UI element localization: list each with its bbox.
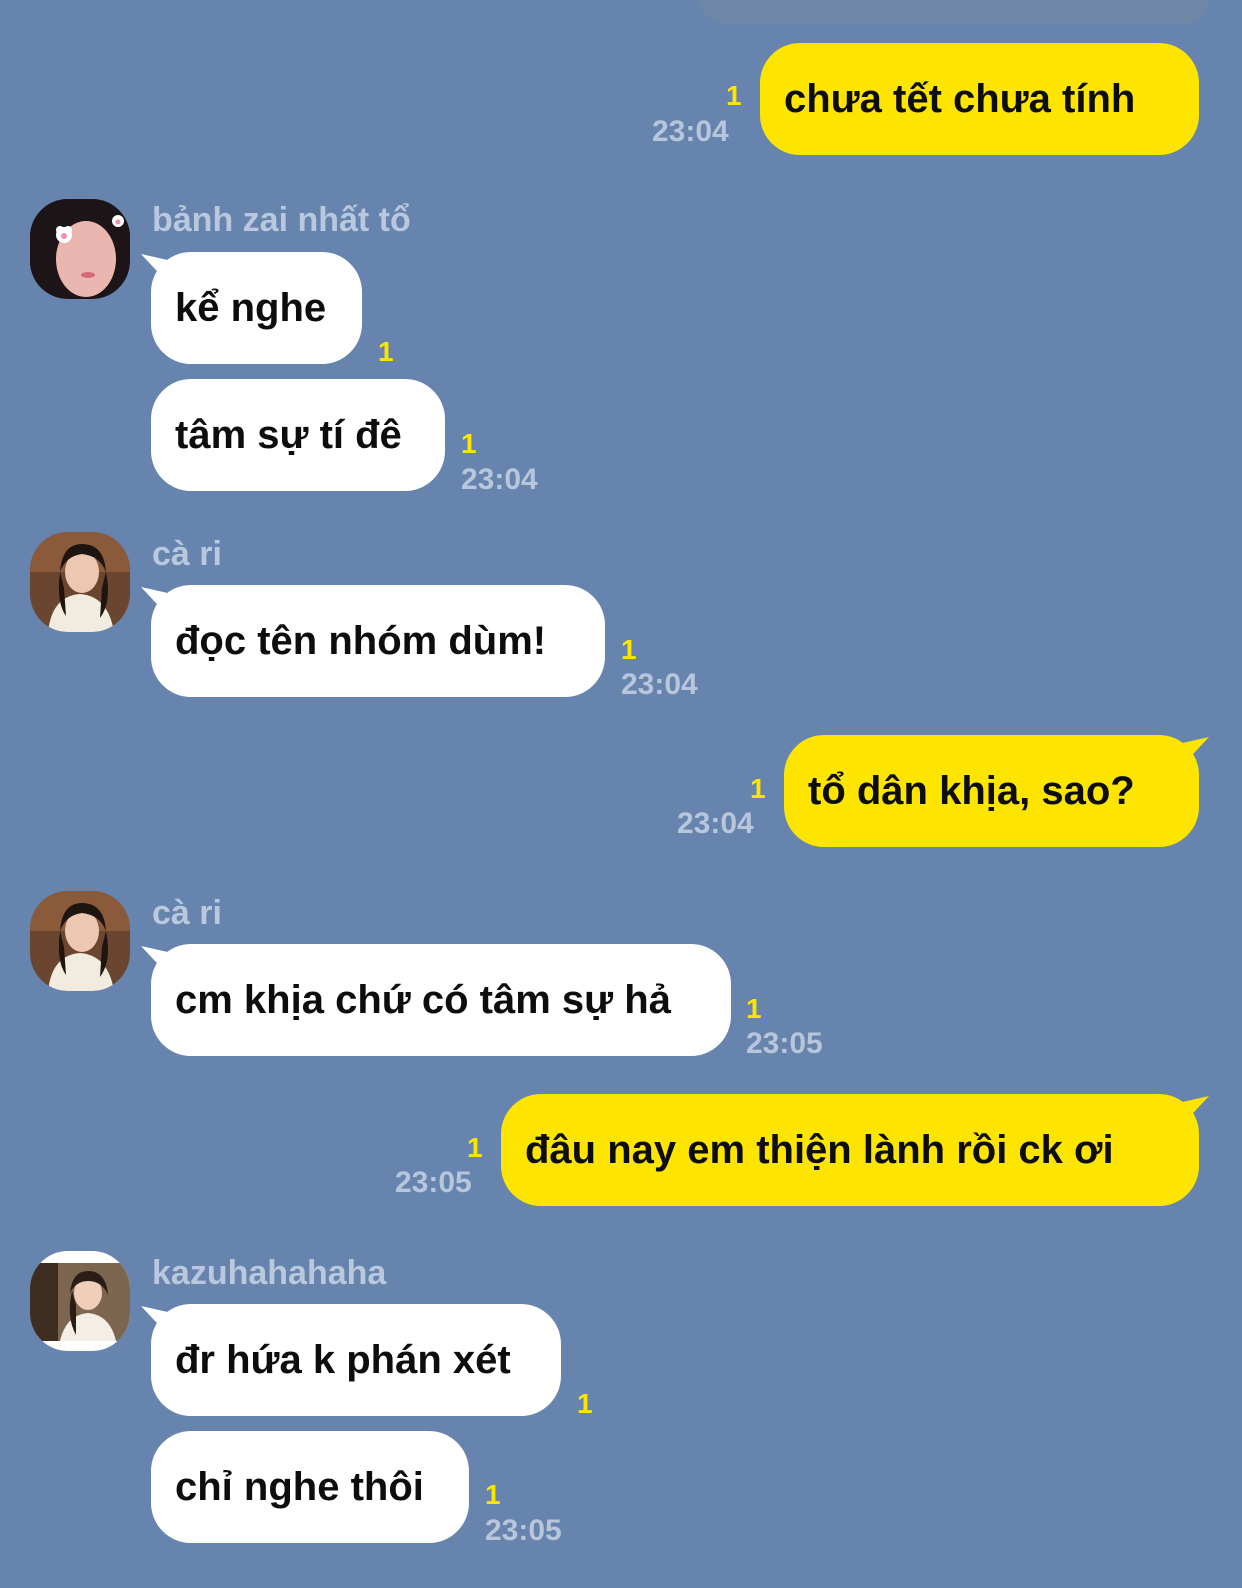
sender-name: cà ri — [152, 894, 222, 932]
sender-avatar-ca-ri[interactable] — [30, 891, 130, 991]
message-text: đọc tên nhóm dùm! — [175, 618, 547, 663]
message-timestamp: 23:04 — [621, 668, 698, 701]
message-text: đr hứa k phán xét — [175, 1337, 511, 1382]
unread-count: 1 — [621, 634, 637, 665]
incoming-message-bubble[interactable]: chỉ nghe thôi — [151, 1431, 469, 1543]
incoming-message-bubble[interactable]: kể nghe — [151, 252, 362, 364]
sender-name: kazuhahahaha — [152, 1254, 387, 1292]
message-timestamp: 23:05 — [485, 1514, 562, 1547]
message-timestamp: 23:05 — [746, 1027, 823, 1060]
sender-name: cà ri — [152, 535, 222, 573]
incoming-message-bubble[interactable]: tâm sự tí đê — [151, 379, 445, 491]
message-text: kể nghe — [175, 285, 327, 330]
message-text: cm khịa chứ có tâm sự hả — [175, 977, 671, 1022]
unread-count: 1 — [746, 993, 762, 1024]
message-timestamp: 23:04 — [677, 807, 754, 840]
message-text: tâm sự tí đê — [175, 412, 402, 457]
sender-avatar-banh-zai-nhat-to[interactable] — [30, 199, 130, 299]
incoming-message-bubble[interactable]: cm khịa chứ có tâm sự hả — [151, 944, 731, 1056]
sender-avatar-kazuhahahaha[interactable] — [30, 1251, 130, 1351]
message-timestamp: 23:04 — [652, 115, 729, 148]
unread-count: 1 — [467, 1132, 483, 1163]
outgoing-message-bubble[interactable]: đâu nay em thiện lành rồi ck ơi — [501, 1094, 1199, 1206]
incoming-message-bubble[interactable]: đr hứa k phán xét — [151, 1304, 561, 1416]
unread-count: 1 — [485, 1479, 501, 1510]
message-text: chưa tết chưa tính — [784, 76, 1136, 121]
outgoing-message-bubble[interactable]: chưa tết chưa tính — [760, 43, 1199, 155]
message-text: tổ dân khịa, sao? — [808, 768, 1135, 813]
sender-name: bảnh zai nhất tổ — [152, 201, 411, 239]
previous-message-bubble — [700, 0, 1210, 24]
message-timestamp: 23:05 — [395, 1166, 472, 1199]
unread-count: 1 — [726, 80, 742, 111]
unread-count: 1 — [461, 428, 477, 459]
unread-count: 1 — [750, 773, 766, 804]
outgoing-message-bubble[interactable]: tổ dân khịa, sao? — [784, 735, 1199, 847]
message-timestamp: 23:04 — [461, 463, 538, 496]
message-text: đâu nay em thiện lành rồi ck ơi — [525, 1127, 1114, 1172]
sender-avatar-ca-ri[interactable] — [30, 532, 130, 632]
chat-message-list[interactable]: chưa tết chưa tính 1 23:04 bảnh zai nhất… — [0, 0, 1242, 1588]
incoming-message-bubble[interactable]: đọc tên nhóm dùm! — [151, 585, 605, 697]
unread-count: 1 — [378, 336, 394, 367]
unread-count: 1 — [577, 1388, 593, 1419]
message-text: chỉ nghe thôi — [175, 1464, 424, 1509]
